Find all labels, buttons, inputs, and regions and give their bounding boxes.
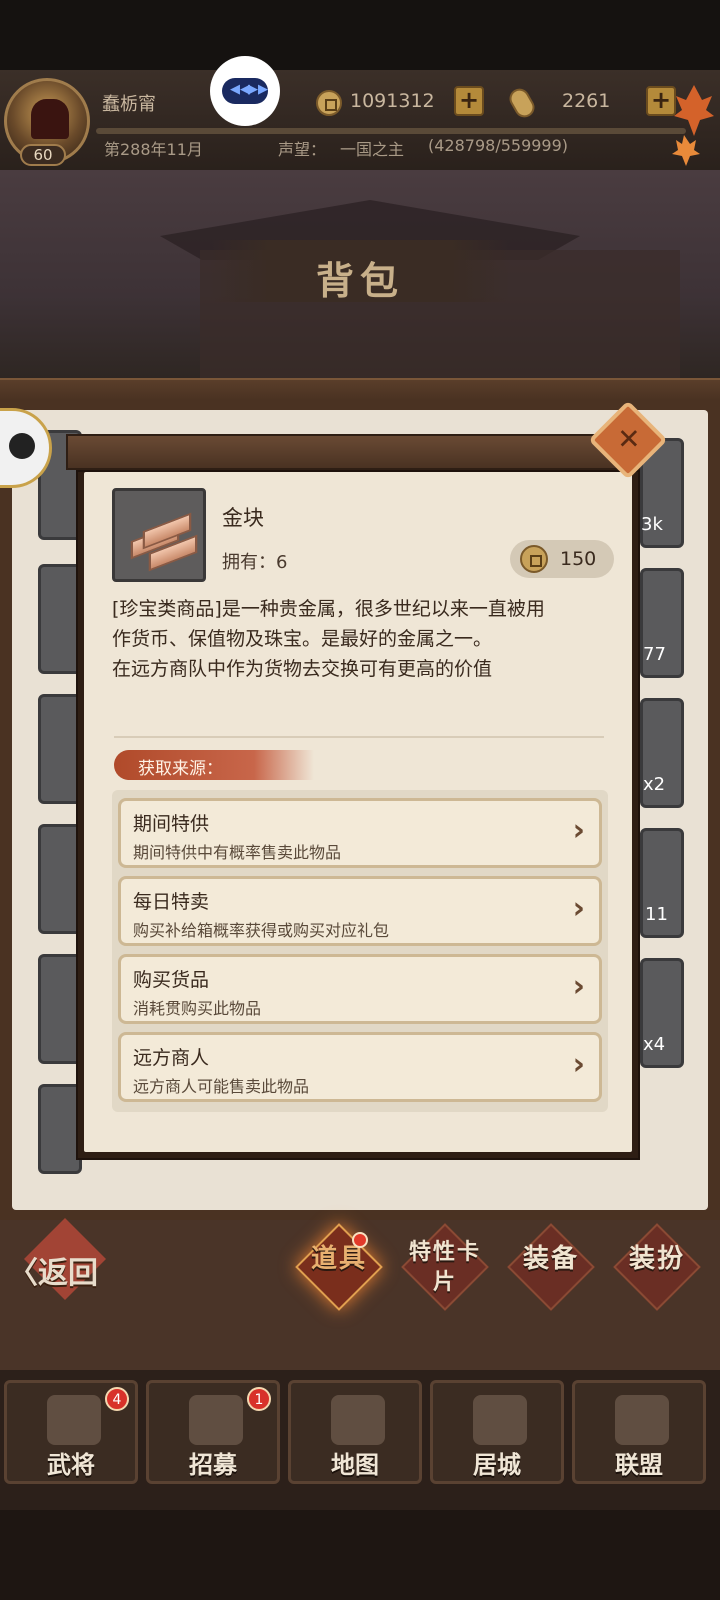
item-description: [珍宝类商品]是一种贵金属，很多世纪以来一直被用 作货币、保值物及珠宝。是最好的… [112, 594, 612, 684]
nav-label: 居城 [473, 1451, 521, 1479]
recruit-banner-icon [189, 1395, 243, 1445]
page-title: 背包 [315, 259, 404, 303]
game-date: 第288年11月 [104, 140, 203, 159]
source-item-daily-sale[interactable]: 每日特卖 购买补给箱概率获得或购买对应礼包 › [118, 876, 602, 946]
scroll-map-icon [331, 1395, 385, 1445]
source-title: 购买货品 [133, 969, 210, 991]
level-badge: 60 [20, 144, 66, 166]
item-icon-frame [112, 488, 206, 582]
nav-map[interactable]: 地图 [288, 1380, 422, 1484]
coin-count: 1091312 [350, 90, 435, 112]
item-price: 150 [560, 548, 597, 570]
maple-leaf-icon [672, 85, 714, 166]
item-detail-popup: 金块 拥有：6 150 [珍宝类商品]是一种贵金属，很多世纪以来一直被用 作货币… [76, 470, 640, 1160]
inventory-slot[interactable]: 11 [640, 828, 684, 938]
slot-count: x2 [643, 774, 666, 795]
slot-count: 11 [645, 904, 668, 925]
owned-count: 拥有：6 [222, 552, 288, 573]
header-divider [96, 128, 686, 134]
main-nav-bar: 武将 4 招募 1 地图 居城 联盟 [0, 1370, 720, 1510]
notification-dot [352, 1232, 368, 1248]
frame-top-border [0, 378, 720, 400]
close-icon: ✕ [617, 422, 641, 456]
slot-count: x4 [643, 1034, 666, 1055]
inventory-slot[interactable]: x4 [640, 958, 684, 1068]
tab-equipment[interactable]: 装备 [506, 1223, 596, 1320]
description-line: 作货币、保值物及珠宝。是最好的金属之一。 [112, 628, 493, 650]
system-nav-strip [0, 1510, 720, 1600]
player-header: 60 蠢栃甯 1091312 + 2261 + 第288年11月 声望： 一国之… [0, 70, 720, 170]
nav-label: 招募 [189, 1451, 237, 1479]
section-divider [114, 736, 604, 738]
coin-icon [520, 545, 548, 573]
nav-badge: 1 [247, 1387, 271, 1411]
background-scene: 背包 [0, 170, 720, 380]
source-subtitle: 消耗贯购买此物品 [133, 999, 262, 1018]
tab-label: 装扮 [628, 1244, 685, 1274]
chevron-right-icon: › [572, 969, 585, 1004]
nav-badge: 4 [105, 1387, 129, 1411]
popup-body: 金块 拥有：6 150 [珍宝类商品]是一种贵金属，很多世纪以来一直被用 作货币… [84, 472, 632, 1152]
nav-alliance[interactable]: 联盟 [572, 1380, 706, 1484]
source-item-far-merchant[interactable]: 远方商人 远方商人可能售卖此物品 › [118, 1032, 602, 1102]
title-banner: 背包 [210, 240, 510, 303]
item-name: 金块 [222, 506, 264, 530]
tab-label: 特性卡片 [408, 1240, 481, 1295]
tab-trait-cards[interactable]: 特性卡片 [400, 1223, 490, 1320]
add-coins-button[interactable]: + [454, 86, 484, 116]
back-button[interactable]: 〈返回 [8, 1248, 98, 1292]
reputation-value: 一国之主 [340, 140, 405, 159]
source-title: 期间特供 [133, 813, 210, 835]
alliance-flag-icon [615, 1395, 669, 1445]
reputation-progress: (428798/559999) [428, 136, 569, 155]
description-line: [珍宝类商品]是一种贵金属，很多世纪以来一直被用 [112, 598, 545, 620]
ingot-count: 2261 [562, 90, 611, 112]
tab-items[interactable]: 道具 [294, 1223, 384, 1320]
nav-label: 地图 [331, 1451, 379, 1479]
source-title: 远方商人 [133, 1047, 210, 1069]
status-strip [0, 0, 720, 70]
nav-generals[interactable]: 武将 4 [4, 1380, 138, 1484]
coin-icon [316, 90, 342, 116]
source-item-limited-offer[interactable]: 期间特供 期间特供中有概率售卖此物品 › [118, 798, 602, 868]
avatar-rider-icon [31, 99, 69, 139]
chevron-right-icon: › [572, 891, 585, 926]
price-badge: 150 [510, 540, 614, 578]
samurai-helmet-icon [47, 1395, 101, 1445]
fast-forward-icon: ◀◀ ▶▶ [222, 78, 268, 104]
inventory-slot[interactable]: x2 [640, 698, 684, 808]
player-name: 蠢栃甯 [102, 94, 156, 115]
nav-label: 联盟 [615, 1451, 663, 1479]
tab-label: 装备 [522, 1244, 579, 1274]
nav-recruit[interactable]: 招募 1 [146, 1380, 280, 1484]
nav-label: 武将 [47, 1451, 95, 1479]
tab-label: 道具 [310, 1244, 367, 1274]
nav-castle[interactable]: 居城 [430, 1380, 564, 1484]
slot-count: 77 [643, 644, 666, 665]
chevron-right-icon: › [572, 813, 585, 848]
slot-count: 3k [641, 514, 663, 535]
source-list: 期间特供 期间特供中有概率售卖此物品 › 每日特卖 购买补给箱概率获得或购买对应… [112, 790, 608, 1112]
reputation-label: 声望： [278, 140, 327, 159]
chevron-right-icon: › [572, 1047, 585, 1082]
source-subtitle: 期间特供中有概率售卖此物品 [133, 843, 342, 862]
source-subtitle: 远方商人可能售卖此物品 [133, 1077, 310, 1096]
source-title: 每日特卖 [133, 891, 210, 913]
inventory-slot[interactable]: 77 [640, 568, 684, 678]
description-line: 在远方商队中作为货物去交换可有更高的价值 [112, 658, 493, 680]
castle-icon [473, 1395, 527, 1445]
source-subtitle: 购买补给箱概率获得或购买对应礼包 [133, 921, 390, 940]
source-section-title: 获取来源： [138, 759, 223, 779]
ingot-icon [505, 85, 539, 121]
source-section-tag: 获取来源： [114, 750, 314, 780]
tab-costume[interactable]: 装扮 [612, 1223, 702, 1320]
source-item-buy-goods[interactable]: 购买货品 消耗贯购买此物品 › [118, 954, 602, 1024]
popup-header-bar [66, 434, 640, 470]
floating-overlay-button[interactable]: ◀◀ ▶▶ [210, 56, 280, 126]
